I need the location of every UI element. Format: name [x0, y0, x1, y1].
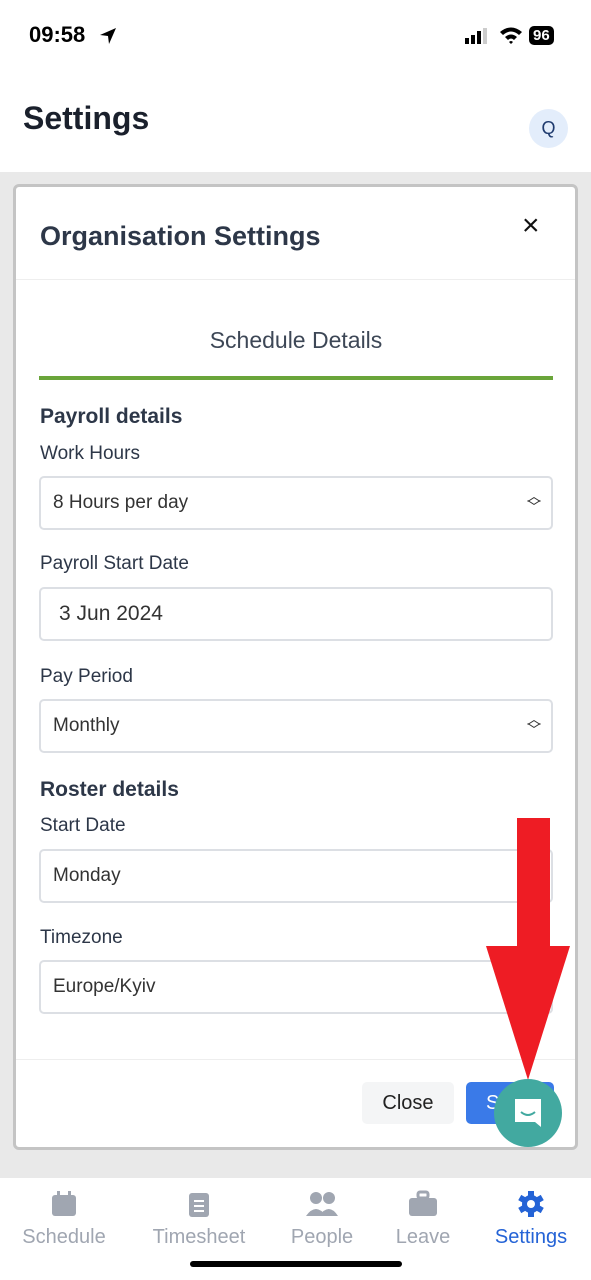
nav-timesheet[interactable]: Timesheet [144, 1190, 254, 1249]
close-icon[interactable]: × [522, 209, 540, 243]
page-title: Settings [23, 100, 150, 136]
nav-people[interactable]: People [267, 1190, 377, 1249]
tab-underline [39, 376, 553, 380]
nav-label: People [290, 1226, 354, 1248]
clipboard-icon [144, 1190, 254, 1226]
avatar[interactable]: Q [529, 109, 568, 148]
nav-label: Leave [395, 1226, 451, 1248]
battery-level: 96 [529, 26, 554, 45]
work-hours-value: 8 Hours per day [53, 492, 189, 513]
nav-leave[interactable]: Leave [368, 1190, 478, 1249]
start-date-label: Start Date [40, 815, 126, 836]
home-indicator [190, 1261, 402, 1267]
start-date-select[interactable]: Monday [39, 849, 553, 903]
payroll-start-date-label: Payroll Start Date [40, 553, 189, 574]
nav-label: Schedule [22, 1226, 106, 1248]
wifi-icon [500, 27, 522, 44]
pay-period-value: Monthly [53, 715, 120, 736]
chat-icon [515, 1099, 541, 1127]
roster-heading: Roster details [40, 778, 179, 801]
payroll-heading: Payroll details [40, 405, 183, 428]
status-time: 09:58 [29, 22, 86, 47]
nav-schedule[interactable]: Schedule [9, 1190, 119, 1249]
gear-icon [476, 1190, 586, 1226]
pay-period-select[interactable]: Monthly ︿ ﹀ [39, 699, 553, 753]
annotation-arrow [486, 818, 570, 1080]
work-hours-label: Work Hours [40, 443, 140, 464]
timezone-value: Europe/Kyiv [53, 976, 156, 997]
status-bar: 09:58 96 [0, 0, 591, 70]
briefcase-icon [368, 1190, 478, 1226]
signal-icon [465, 28, 487, 44]
nav-settings[interactable]: Settings [476, 1190, 586, 1249]
payroll-start-date-input[interactable]: 3 Jun 2024 [39, 587, 553, 641]
location-icon [100, 28, 116, 44]
chevron-updown-icon: ︿ ﹀ [527, 711, 541, 738]
start-date-value: Monday [53, 865, 121, 886]
payroll-start-date-value: 3 Jun 2024 [59, 602, 163, 625]
pay-period-label: Pay Period [40, 666, 133, 687]
people-icon [267, 1190, 377, 1226]
modal-title: Organisation Settings [40, 221, 321, 251]
calendar-icon [9, 1190, 119, 1226]
chevron-updown-icon: ︿ ﹀ [527, 488, 541, 515]
close-button[interactable]: Close [362, 1082, 454, 1124]
tab-schedule-details[interactable]: Schedule Details [39, 327, 553, 354]
nav-label: Settings [494, 1226, 568, 1248]
divider [16, 279, 575, 280]
timezone-select[interactable]: Europe/Kyiv [39, 960, 553, 1014]
chat-button[interactable] [494, 1079, 562, 1147]
nav-label: Timesheet [152, 1226, 246, 1248]
timezone-label: Timezone [40, 927, 123, 948]
work-hours-select[interactable]: 8 Hours per day ︿ ﹀ [39, 476, 553, 530]
